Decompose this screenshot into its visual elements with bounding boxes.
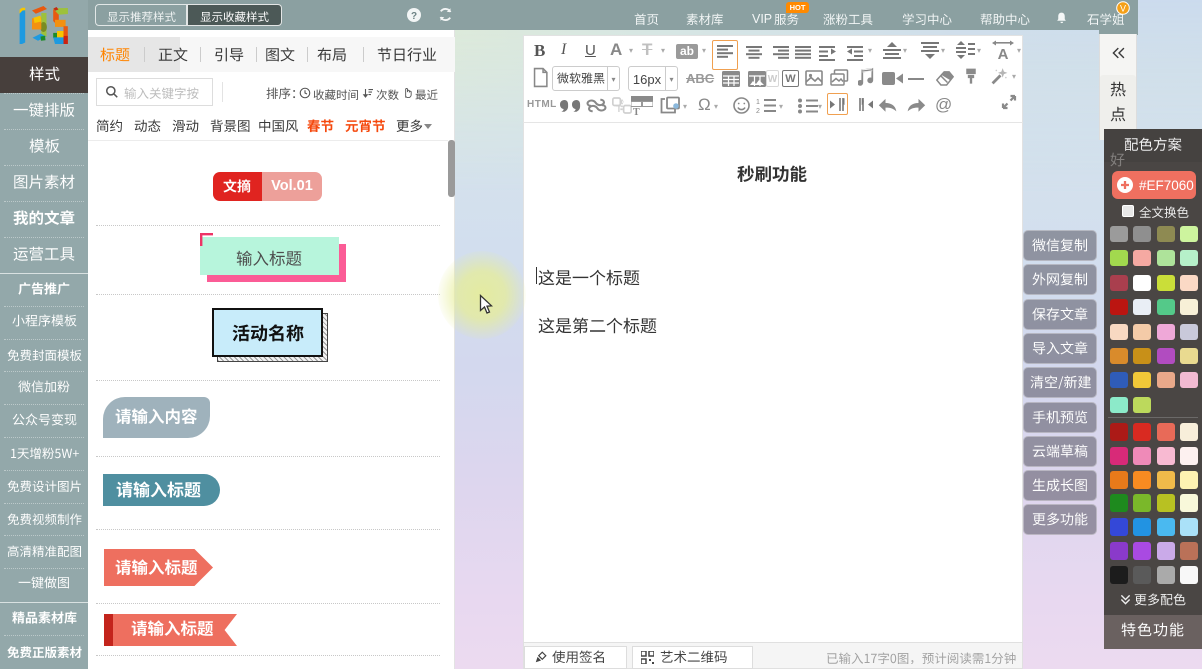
svg-text:2: 2	[756, 108, 760, 114]
svg-text:?: ?	[411, 11, 417, 22]
svg-text:V: V	[1120, 4, 1126, 14]
svg-text:1: 1	[756, 99, 760, 106]
svg-text:A: A	[998, 46, 1009, 60]
svg-text:T: T	[616, 104, 622, 114]
svg-text:T: T	[633, 107, 640, 115]
